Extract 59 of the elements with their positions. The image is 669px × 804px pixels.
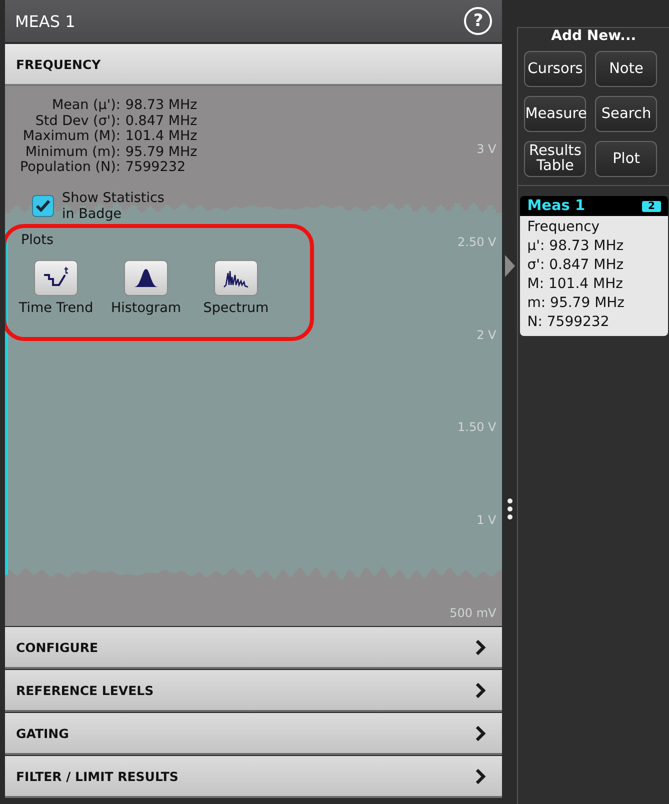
plot-label: Spectrum [203, 300, 269, 316]
section-row[interactable]: FILTER / LIMIT RESULTS [5, 756, 502, 798]
chevron-right-icon [475, 724, 486, 742]
add-button[interactable]: Results Table [524, 141, 586, 177]
badge-line: m: 95.79 MHz [527, 294, 626, 313]
stat-label: Mean (µ'): [50, 98, 120, 114]
chevron-right-icon [475, 682, 486, 698]
stat-label: Population (N): [20, 160, 120, 176]
section-row[interactable]: REFERENCE LEVELS [5, 670, 502, 712]
panel-title: MEAS 1 [15, 12, 76, 30]
channel-tag: 2 [642, 200, 661, 212]
add-button[interactable]: Plot [595, 141, 658, 177]
pointer-icon [504, 255, 515, 277]
axis-label: 3 V [476, 142, 496, 156]
axis-label: 1.50 V [458, 420, 496, 434]
checkbox-label: Show Statistics in Badge [62, 190, 166, 222]
add-button[interactable]: Cursors [524, 51, 586, 87]
stat-label: Std Dev (σ'): [34, 114, 120, 129]
section-label: FILTER / LIMIT RESULTS [16, 768, 178, 784]
checkbox[interactable] [32, 194, 54, 216]
stat-value: 7599232 [125, 160, 187, 176]
plot-label: Histogram [110, 300, 182, 316]
trend-icon [41, 266, 71, 288]
badge-line: N: 7599232 [527, 313, 610, 332]
drag-handle-icon[interactable] [506, 497, 513, 521]
add-button[interactable]: Note [595, 51, 658, 87]
stat-label: Maximum (M): [22, 129, 120, 144]
section-label: CONFIGURE [16, 640, 98, 654]
axis-label: 2.50 V [458, 234, 496, 249]
stat-value: 95.79 MHz [125, 144, 198, 160]
badge-line: M: 101.4 MHz [527, 275, 624, 294]
stat-label: Minimum (m): [24, 144, 120, 160]
badge-line: µ': 98.73 MHz [527, 237, 625, 256]
axis-label: 500 mV [450, 606, 496, 620]
badge-title: Meas 1 [527, 198, 586, 214]
section-row[interactable]: GATING [5, 713, 502, 755]
chevron-right-icon [475, 768, 486, 784]
help-button[interactable]: ? [464, 7, 492, 35]
plot-type-button[interactable] [124, 260, 168, 296]
chevron-right-icon [475, 638, 486, 656]
add-new-title: Add New... [550, 28, 638, 44]
add-button[interactable]: Measure [524, 96, 586, 132]
badge-line: Frequency [527, 218, 601, 237]
plots-title: Plots [21, 232, 54, 248]
plot-label: Time Trend [18, 300, 94, 316]
section-label: GATING [16, 726, 69, 740]
badge-line: σ': 0.847 MHz [527, 256, 625, 275]
check-icon [35, 198, 51, 212]
stat-value: 98.73 MHz [125, 98, 198, 114]
axis-label: 1 V [476, 513, 496, 528]
plot-type-button[interactable] [214, 260, 258, 296]
plot-type-button[interactable] [34, 260, 78, 296]
section-header[interactable]: FREQUENCY [5, 44, 502, 86]
section-row[interactable]: CONFIGURE [5, 627, 502, 669]
axis-label: 2 V [476, 328, 496, 342]
stat-value: 101.4 MHz [125, 129, 198, 144]
add-button[interactable]: Search [595, 96, 658, 132]
stat-value: 0.847 MHz [125, 114, 198, 129]
section-label: REFERENCE LEVELS [16, 682, 154, 698]
